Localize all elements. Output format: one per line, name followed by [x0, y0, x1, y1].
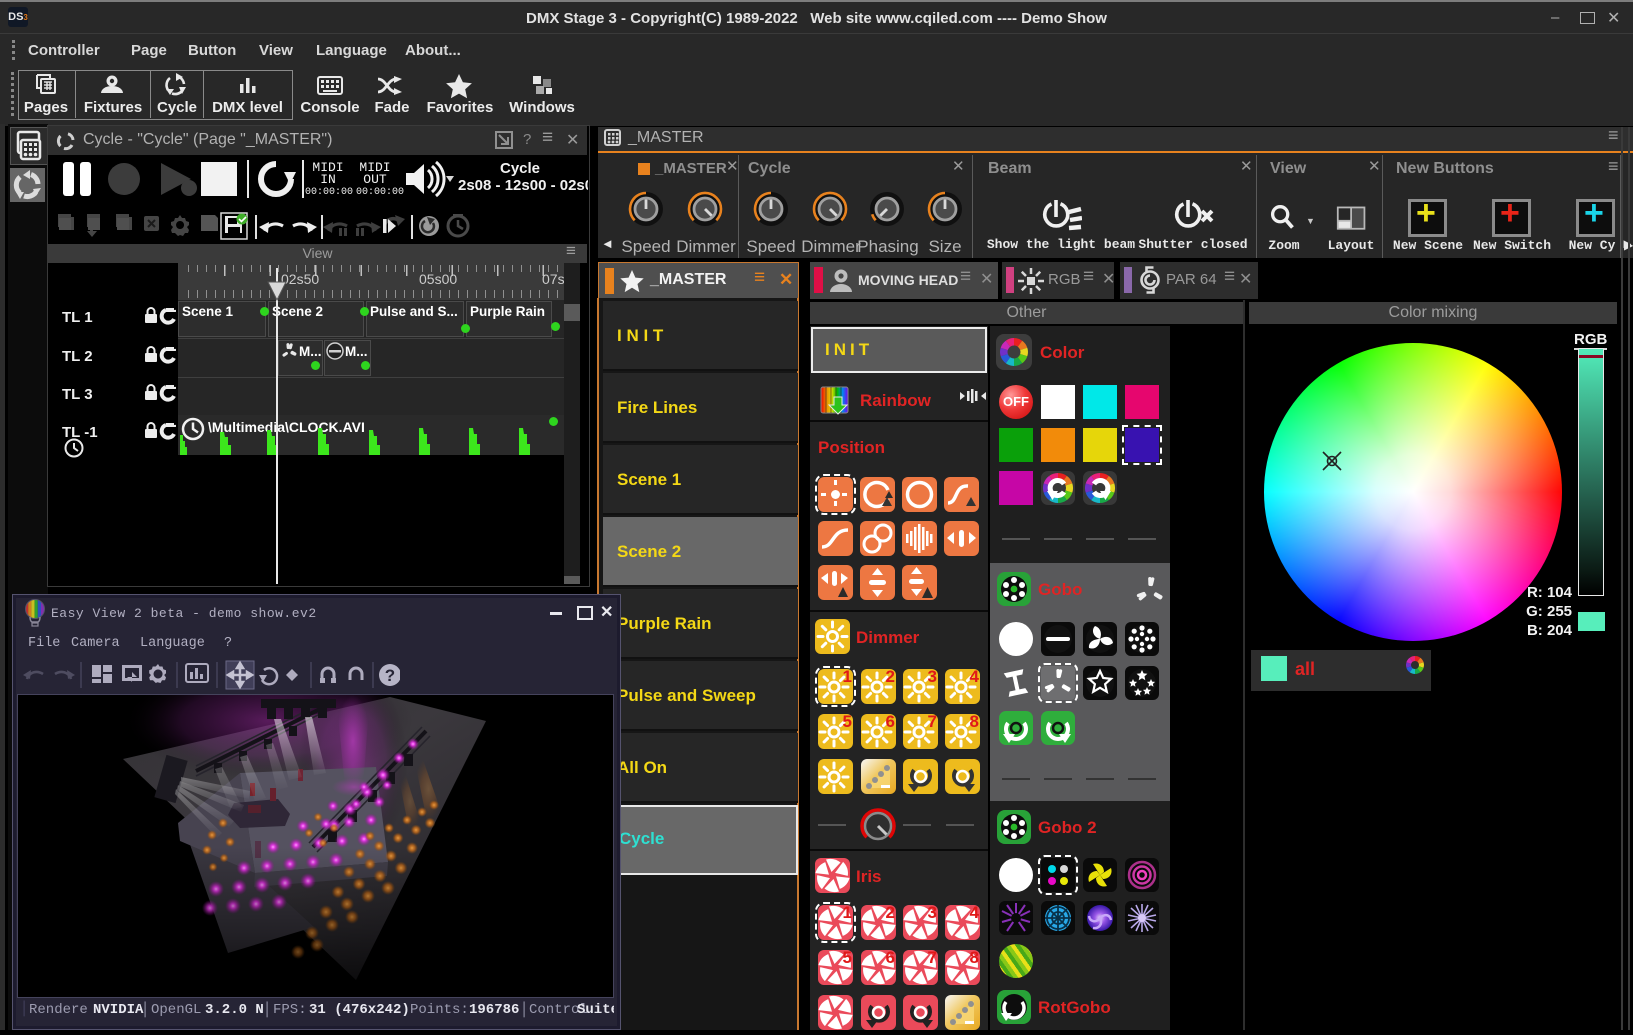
- svg-text:?: ?: [385, 666, 395, 685]
